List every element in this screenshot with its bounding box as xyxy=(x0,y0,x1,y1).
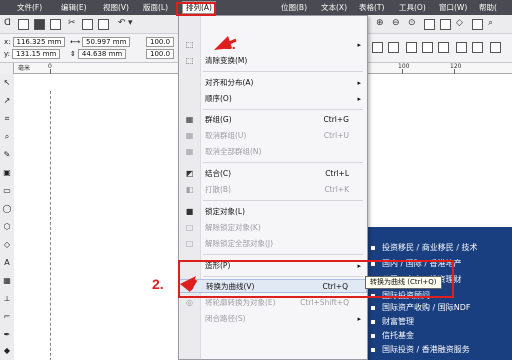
annotation-step-2: 2. xyxy=(152,276,164,292)
annotation-arrows xyxy=(180,36,237,292)
annotation-step-1: 1. xyxy=(224,36,236,52)
